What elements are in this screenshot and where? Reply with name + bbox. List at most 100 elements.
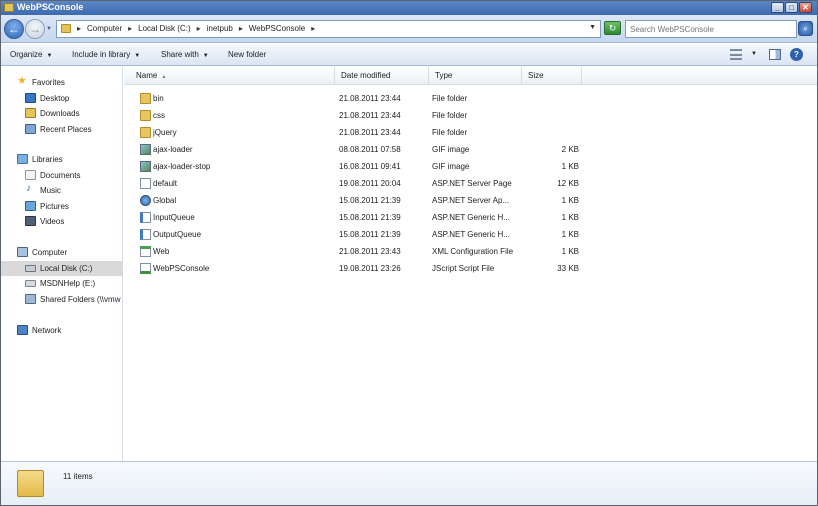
file-row[interactable]: Global 15.08.2011 21:39 ASP.NET Server Ap.… — [124, 192, 817, 209]
file-size: 1 KB — [561, 230, 579, 239]
file-row[interactable]: jQuery 21.08.2011 23:44 File folder — [124, 124, 817, 141]
sidebar-item-label: Local Disk (C:) — [40, 264, 93, 273]
minimize-button[interactable]: _ — [771, 2, 784, 13]
address-bar[interactable]: ▸ Computer ▸ Local Disk (C:) ▸ inetpub ▸… — [56, 20, 601, 38]
folder-icon — [140, 127, 151, 138]
file-type: GIF image — [432, 162, 470, 171]
videos-icon — [25, 216, 36, 226]
gif-image-icon — [140, 161, 151, 172]
sidebar-item-label: Libraries — [32, 155, 63, 164]
breadcrumb-inetpub[interactable]: inetpub — [207, 24, 233, 33]
sidebar-item-label: Videos — [40, 217, 65, 226]
file-date: 21.08.2011 23:44 — [339, 128, 401, 137]
file-name: bin — [153, 94, 164, 103]
file-row[interactable]: css 21.08.2011 23:44 File folder — [124, 107, 817, 124]
back-button[interactable]: ← — [4, 19, 24, 39]
sidebar-item-libraries[interactable]: Libraries — [1, 152, 123, 167]
breadcrumb-separator[interactable]: ▸ — [77, 24, 81, 33]
breadcrumb-webpsconsole[interactable]: WebPSConsole — [249, 24, 305, 33]
file-date: 15.08.2011 21:39 — [339, 213, 401, 222]
file-size: 1 KB — [561, 162, 579, 171]
sidebar-item-documents[interactable]: Documents — [1, 168, 123, 183]
column-header-date-modified[interactable]: Date modified — [335, 67, 429, 85]
file-row[interactable]: bin 21.08.2011 23:44 File folder — [124, 90, 817, 107]
file-row[interactable]: OutputQueue 15.08.2011 21:39 ASP.NET Gener… — [124, 226, 817, 243]
file-type: File folder — [432, 94, 468, 103]
sidebar-item-recent-places[interactable]: Recent Places — [1, 122, 123, 137]
organize-button[interactable]: Organize ▼ — [10, 50, 52, 59]
sidebar-item-music[interactable]: ♪ Music — [1, 183, 123, 198]
jscript-file-icon — [140, 263, 151, 274]
sidebar-item-shared-folders[interactable]: Shared Folders (\\vmw — [1, 292, 123, 307]
file-row[interactable]: default 19.08.2011 20:04 ASP.NET Server Pa… — [124, 175, 817, 192]
breadcrumb-separator[interactable]: ▸ — [311, 24, 315, 33]
file-row[interactable]: ajax-loader 08.08.2011 07:58 GIF image 2 KB — [124, 141, 817, 158]
breadcrumb-local-disk[interactable]: Local Disk (C:) — [138, 24, 190, 33]
new-folder-button[interactable]: New folder — [228, 50, 266, 59]
folder-icon — [140, 110, 151, 121]
share-with-label: Share with — [161, 50, 199, 59]
breadcrumb-computer[interactable]: Computer — [87, 24, 122, 33]
file-rows: bin 21.08.2011 23:44 File folder css 21.08.… — [124, 90, 817, 277]
file-row[interactable]: WebPSConsole 19.08.2011 23:26 JScript Scri… — [124, 260, 817, 277]
sidebar-item-msdnhelp[interactable]: MSDNHelp (E:) — [1, 276, 123, 291]
column-header-name[interactable]: Name ▲ — [130, 67, 335, 85]
close-button[interactable]: ✕ — [799, 2, 812, 13]
breadcrumb-separator[interactable]: ▸ — [197, 24, 201, 33]
file-size: 1 KB — [561, 213, 579, 222]
sidebar-item-favorites[interactable]: ★ Favorites — [1, 75, 123, 90]
recent-pages-dropdown-icon[interactable]: ▼ — [46, 26, 52, 32]
file-date: 16.08.2011 09:41 — [339, 162, 401, 171]
sort-ascending-icon: ▲ — [161, 74, 167, 80]
maximize-button[interactable]: □ — [785, 2, 798, 13]
folder-icon — [17, 470, 44, 497]
sidebar-item-downloads[interactable]: Downloads — [1, 106, 123, 121]
file-date: 15.08.2011 21:39 — [339, 230, 401, 239]
column-header-size[interactable]: Size — [522, 67, 582, 85]
sidebar-item-desktop[interactable]: Desktop — [1, 91, 123, 106]
preview-pane-icon[interactable] — [769, 49, 781, 60]
breadcrumb-separator[interactable]: ▸ — [239, 24, 243, 33]
file-row[interactable]: InputQueue 15.08.2011 21:39 ASP.NET Generi… — [124, 209, 817, 226]
file-type: ASP.NET Generic H... — [432, 213, 510, 222]
search-input[interactable] — [626, 21, 791, 37]
forward-button[interactable]: → — [25, 19, 45, 39]
column-header-label: Name — [136, 71, 158, 80]
search-box[interactable] — [625, 20, 797, 38]
change-view-icon[interactable] — [730, 49, 742, 60]
share-with-button[interactable]: Share with ▼ — [161, 50, 209, 59]
help-icon[interactable]: ? — [790, 48, 803, 61]
sidebar-item-network[interactable]: Network — [1, 323, 123, 338]
refresh-button[interactable]: ↻ — [604, 21, 621, 35]
file-name: ajax-loader — [153, 145, 193, 154]
items-count: 11 items — [63, 472, 93, 481]
file-type: XML Configuration File — [432, 247, 514, 256]
file-date: 19.08.2011 23:26 — [339, 264, 401, 273]
sidebar-item-label: Favorites — [32, 78, 65, 87]
file-row[interactable]: Web 21.08.2011 23:43 XML Configuration Fil… — [124, 243, 817, 260]
sidebar-item-label: Computer — [32, 248, 68, 257]
title-bar[interactable]: WebPSConsole _ □ ✕ — [1, 1, 817, 15]
breadcrumb-separator[interactable]: ▸ — [128, 24, 132, 33]
file-name: jQuery — [153, 128, 177, 137]
sidebar-item-pictures[interactable]: Pictures — [1, 199, 123, 214]
navigation-bar: ← → ▼ ▸ Computer ▸ Local Disk (C:) ▸ ine… — [1, 15, 817, 43]
sidebar-item-label: Documents — [40, 171, 81, 180]
breadcrumb: ▸ Computer ▸ Local Disk (C:) ▸ inetpub ▸… — [77, 24, 315, 33]
sidebar-item-local-disk[interactable]: Local Disk (C:) — [1, 261, 123, 276]
chevron-down-icon: ▼ — [46, 53, 53, 59]
file-type: JScript Script File — [432, 264, 495, 273]
command-bar: Organize ▼ Include in library ▼ Share with… — [1, 44, 817, 66]
file-size: 12 KB — [557, 179, 579, 188]
file-name: InputQueue — [153, 213, 195, 222]
address-history-dropdown-icon[interactable]: ▼ — [589, 24, 596, 31]
file-row[interactable]: ajax-loader-stop 16.08.2011 09:41 GIF imag… — [124, 158, 817, 175]
sidebar-item-videos[interactable]: Videos — [1, 214, 123, 229]
search-icon[interactable]: ⌕ — [798, 21, 813, 36]
column-header-type[interactable]: Type — [429, 67, 522, 85]
sidebar-item-label: Shared Folders (\\vmw — [40, 295, 121, 304]
sidebar-item-computer[interactable]: Computer — [1, 245, 123, 260]
include-in-library-button[interactable]: Include in library ▼ — [72, 50, 140, 59]
file-size: 33 KB — [557, 264, 579, 273]
chevron-down-icon[interactable]: ▼ — [751, 51, 757, 57]
